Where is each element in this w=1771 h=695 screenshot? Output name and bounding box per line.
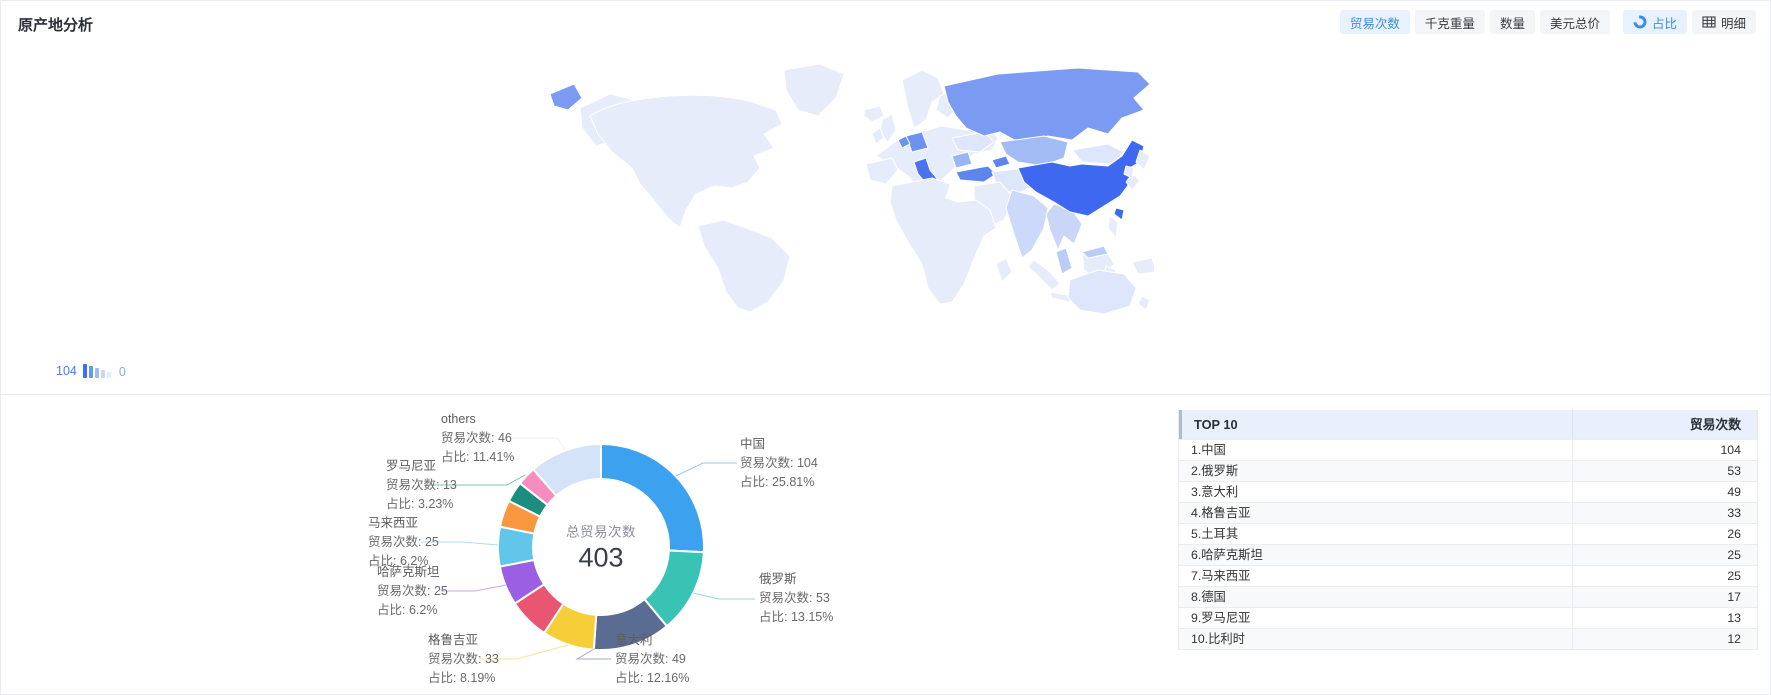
table-cell-country: 9.罗马尼亚	[1179, 608, 1573, 628]
table-cell-value: 17	[1573, 587, 1757, 607]
map-country[interactable]	[944, 68, 1150, 142]
table-cell-country: 8.德国	[1179, 587, 1573, 607]
callout-leader-line	[441, 585, 506, 591]
metric-toolbar: 贸易次数 千克重量 数量 美元总价 占比 明细	[1335, 10, 1756, 34]
callout-leader-line	[505, 438, 565, 450]
metric-tab-3[interactable]: 美元总价	[1540, 10, 1610, 34]
world-choropleth-map[interactable]	[546, 58, 1154, 314]
page-title: 原产地分析	[18, 14, 93, 35]
legend-gradient-bars	[83, 364, 113, 378]
table-cell-country: 10.比利时	[1179, 629, 1573, 649]
pie-slice-中国[interactable]	[601, 444, 704, 552]
map-country[interactable]	[550, 84, 582, 110]
table-cell-value: 104	[1573, 440, 1757, 460]
metric-tab-2[interactable]: 数量	[1490, 10, 1535, 34]
table-icon	[1702, 16, 1716, 28]
map-landmasses	[550, 64, 1154, 314]
table-cell-country: 3.意大利	[1179, 482, 1573, 502]
button-label: 贸易次数	[1350, 13, 1400, 32]
table-cell-value: 12	[1573, 629, 1757, 649]
table-row: 5.土耳其26	[1179, 523, 1757, 544]
top10-table: TOP 10 贸易次数 1.中国1042.俄罗斯533.意大利494.格鲁吉亚3…	[1178, 410, 1758, 650]
table-cell-value: 13	[1573, 608, 1757, 628]
callout-leader-line	[479, 645, 568, 659]
world-map-svg	[546, 58, 1154, 314]
callout-leader-line	[676, 463, 737, 476]
table-row: 4.格鲁吉亚33	[1179, 502, 1757, 523]
callout-leader-line	[693, 593, 755, 599]
table-row: 8.德国17	[1179, 586, 1757, 607]
table-cell-country: 6.哈萨克斯坦	[1179, 545, 1573, 565]
table-cell-country: 7.马来西亚	[1179, 566, 1573, 586]
callout-leader-line	[425, 475, 525, 485]
map-color-legend: 104 0	[56, 364, 126, 378]
metric-tab-1[interactable]: 千克重量	[1415, 10, 1485, 34]
button-label: 数量	[1500, 13, 1525, 32]
legend-min-value: 0	[119, 366, 126, 378]
button-label: 美元总价	[1550, 13, 1600, 32]
map-country[interactable]	[1056, 248, 1072, 274]
button-label: 千克重量	[1425, 13, 1475, 32]
view-tab-1[interactable]: 明细	[1692, 10, 1756, 34]
table-row: 6.哈萨克斯坦25	[1179, 544, 1757, 565]
callout-leader-line	[421, 542, 498, 545]
table-body: 1.中国1042.俄罗斯533.意大利494.格鲁吉亚335.土耳其266.哈萨…	[1179, 439, 1757, 649]
map-country[interactable]	[956, 166, 996, 182]
table-cell-country: 4.格鲁吉亚	[1179, 503, 1573, 523]
table-cell-country: 2.俄罗斯	[1179, 461, 1573, 481]
table-row: 1.中国104	[1179, 439, 1757, 460]
map-country[interactable]	[992, 156, 1010, 168]
donut-chart-icon	[1633, 15, 1647, 29]
view-tab-0[interactable]: 占比	[1623, 10, 1687, 34]
map-country[interactable]	[1000, 136, 1068, 166]
table-cell-country: 1.中国	[1179, 440, 1573, 460]
table-cell-value: 33	[1573, 503, 1757, 523]
table-cell-value: 25	[1573, 545, 1757, 565]
button-label: 明细	[1721, 13, 1746, 32]
table-row: 9.罗马尼亚13	[1179, 607, 1757, 628]
legend-max-value: 104	[56, 364, 77, 378]
table-row: 3.意大利49	[1179, 481, 1757, 502]
table-header-top10: TOP 10	[1182, 410, 1573, 439]
table-cell-value: 49	[1573, 482, 1757, 502]
origin-analysis-card: 原产地分析 贸易次数 千克重量 数量 美元总价 占比 明细	[0, 0, 1771, 695]
table-cell-country: 5.土耳其	[1179, 524, 1573, 544]
button-label: 占比	[1652, 13, 1677, 32]
map-country[interactable]	[1114, 208, 1124, 220]
bottom-section: 总贸易次数 403 中国贸易次数: 104占比: 25.81%俄罗斯贸易次数: …	[1, 394, 1770, 695]
table-cell-value: 25	[1573, 566, 1757, 586]
table-cell-value: 26	[1573, 524, 1757, 544]
table-row: 2.俄罗斯53	[1179, 460, 1757, 481]
metric-tab-0[interactable]: 贸易次数	[1340, 10, 1410, 34]
table-cell-value: 53	[1573, 461, 1757, 481]
table-header-metric: 贸易次数	[1573, 410, 1757, 439]
table-row: 7.马来西亚25	[1179, 565, 1757, 586]
table-row: 10.比利时12	[1179, 628, 1757, 649]
table-header-row: TOP 10 贸易次数	[1179, 410, 1757, 439]
card-header: 原产地分析 贸易次数 千克重量 数量 美元总价 占比 明细	[1, 1, 1770, 47]
